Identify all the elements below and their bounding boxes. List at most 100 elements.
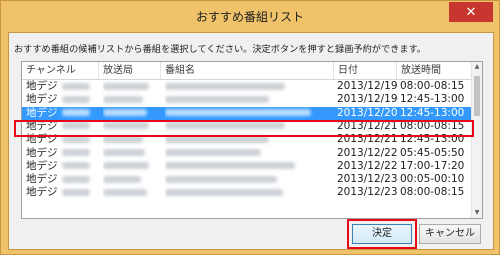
list-row[interactable]: 地デジ 2013/12/21 12:45-13:00 xyxy=(22,133,472,146)
cell-time: 12:45-13:00 xyxy=(400,93,465,106)
obscured-text xyxy=(61,122,90,130)
cell-date: 2013/12/23 xyxy=(337,173,398,186)
obscured-text xyxy=(165,82,285,90)
cell-date: 2013/12/22 xyxy=(337,146,398,159)
column-header-date[interactable]: 日付 xyxy=(334,62,397,79)
cell-program xyxy=(165,80,333,93)
column-header-program[interactable]: 番組名 xyxy=(161,62,334,79)
cell-program xyxy=(165,186,333,199)
obscured-text xyxy=(165,175,277,183)
obscured-text xyxy=(103,175,141,183)
cell-program xyxy=(165,133,333,146)
obscured-text xyxy=(103,188,147,196)
column-header-station[interactable]: 放送局 xyxy=(99,62,161,79)
close-icon: ✕ xyxy=(465,4,477,20)
list-row[interactable]: 地デジ 2013/12/19 08:00-08:15 xyxy=(22,80,472,93)
cell-time: 08:00-08:15 xyxy=(400,119,465,132)
vertical-scrollbar[interactable]: ▲ ▼ xyxy=(471,62,482,218)
obscured-text xyxy=(61,109,90,117)
list-row[interactable]: 地デジ 2013/12/22 05:45-05:50 xyxy=(22,147,472,160)
cell-program xyxy=(165,160,333,173)
dialog-client-area: おすすめ番組の候補リストから番組を選択してください。決定ボタンを押すと録画予約が… xyxy=(8,32,494,250)
obscured-text xyxy=(61,135,90,143)
column-header-time[interactable]: 放送時間 xyxy=(397,62,472,79)
obscured-text xyxy=(103,162,149,170)
obscured-text xyxy=(103,109,147,117)
ok-button[interactable]: 決定 xyxy=(352,224,412,244)
list-row[interactable]: 地デジ 2013/12/23 08:00-08:15 xyxy=(22,186,472,199)
close-button[interactable]: ✕ xyxy=(449,2,493,22)
list-row[interactable]: 地デジ 2013/12/22 17:00-17:20 xyxy=(22,160,472,173)
cell-channel: 地デジ xyxy=(26,93,96,106)
obscured-text xyxy=(61,188,90,196)
cell-station xyxy=(103,107,159,120)
cell-date: 2013/12/19 xyxy=(337,80,398,92)
obscured-text xyxy=(103,149,145,156)
cell-station xyxy=(103,160,159,173)
list-row[interactable]: 地デジ 2013/12/23 00:05-00:10 xyxy=(22,173,472,186)
cell-date: 2013/12/21 xyxy=(337,133,398,146)
obscured-text xyxy=(103,82,149,90)
cell-channel: 地デジ xyxy=(26,173,96,186)
cell-station xyxy=(103,186,159,199)
obscured-text xyxy=(165,188,283,196)
column-header-channel[interactable]: チャンネル xyxy=(22,62,99,79)
program-list[interactable]: チャンネル 放送局 番組名 日付 放送時間 地デジ 2013/12/19 08:00… xyxy=(21,61,483,219)
obscured-text xyxy=(61,175,90,183)
cell-channel: 地デジ xyxy=(26,107,96,120)
title-bar[interactable]: おすすめ番組リスト ✕ xyxy=(1,1,499,31)
instruction-text: おすすめ番組の候補リストから番組を選択してください。決定ボタンを押すと録画予約が… xyxy=(14,44,426,55)
cell-station xyxy=(103,93,159,106)
cell-station xyxy=(103,133,159,146)
cell-channel: 地デジ xyxy=(26,80,96,93)
obscured-text xyxy=(103,95,143,103)
cell-time: 12:45-13:00 xyxy=(400,133,465,146)
cell-program xyxy=(165,120,333,133)
obscured-text xyxy=(165,162,295,170)
obscured-text xyxy=(165,122,285,130)
obscured-text xyxy=(103,135,143,143)
window-title: おすすめ番組リスト xyxy=(195,10,304,24)
obscured-text xyxy=(61,162,90,170)
cell-channel: 地デジ xyxy=(26,133,96,146)
cell-time: 00:05-00:10 xyxy=(400,173,465,186)
cell-program xyxy=(165,173,333,186)
cell-program xyxy=(165,147,333,160)
dialog-window: おすすめ番組リスト ✕ おすすめ番組の候補リストから番組を選択してください。決定… xyxy=(0,0,500,255)
cell-date: 2013/12/22 xyxy=(337,159,398,172)
obscured-text xyxy=(165,149,261,156)
obscured-text xyxy=(165,109,311,117)
cell-station xyxy=(103,173,159,186)
cancel-button[interactable]: キャンセル xyxy=(419,224,481,244)
cell-channel: 地デジ xyxy=(26,120,96,133)
cell-program xyxy=(165,107,333,120)
obscured-text xyxy=(165,135,269,143)
obscured-text xyxy=(165,95,269,103)
obscured-text xyxy=(61,82,90,90)
cell-date: 2013/12/23 xyxy=(337,186,398,199)
cell-time: 17:00-17:20 xyxy=(400,159,465,172)
obscured-text xyxy=(61,149,90,156)
cell-date: 2013/12/19 xyxy=(337,93,398,106)
scrollbar-thumb[interactable] xyxy=(474,76,480,116)
cell-time: 05:45-05:50 xyxy=(400,146,465,159)
list-row[interactable]: 地デジ 2013/12/20 12:45-13:00 xyxy=(22,106,472,120)
cell-station xyxy=(103,147,159,160)
cell-time: 08:00-08:15 xyxy=(400,80,465,92)
obscured-text xyxy=(103,122,149,130)
cell-station xyxy=(103,120,159,133)
list-row[interactable]: 地デジ 2013/12/21 08:00-08:15 xyxy=(22,120,472,133)
list-header: チャンネル 放送局 番組名 日付 放送時間 xyxy=(22,62,472,80)
scroll-down-icon[interactable]: ▼ xyxy=(472,208,482,218)
list-row[interactable]: 地デジ 2013/12/19 12:45-13:00 xyxy=(22,93,472,106)
cell-time: 12:45-13:00 xyxy=(400,106,465,119)
obscured-text xyxy=(61,95,90,103)
cell-date: 2013/12/21 xyxy=(337,119,398,132)
cell-time: 08:00-08:15 xyxy=(400,186,465,199)
scroll-up-icon[interactable]: ▲ xyxy=(472,62,482,72)
cell-channel: 地デジ xyxy=(26,186,96,199)
cell-program xyxy=(165,93,333,106)
cell-station xyxy=(103,80,159,93)
cell-channel: 地デジ xyxy=(26,160,96,173)
cell-channel: 地デジ xyxy=(26,147,96,160)
